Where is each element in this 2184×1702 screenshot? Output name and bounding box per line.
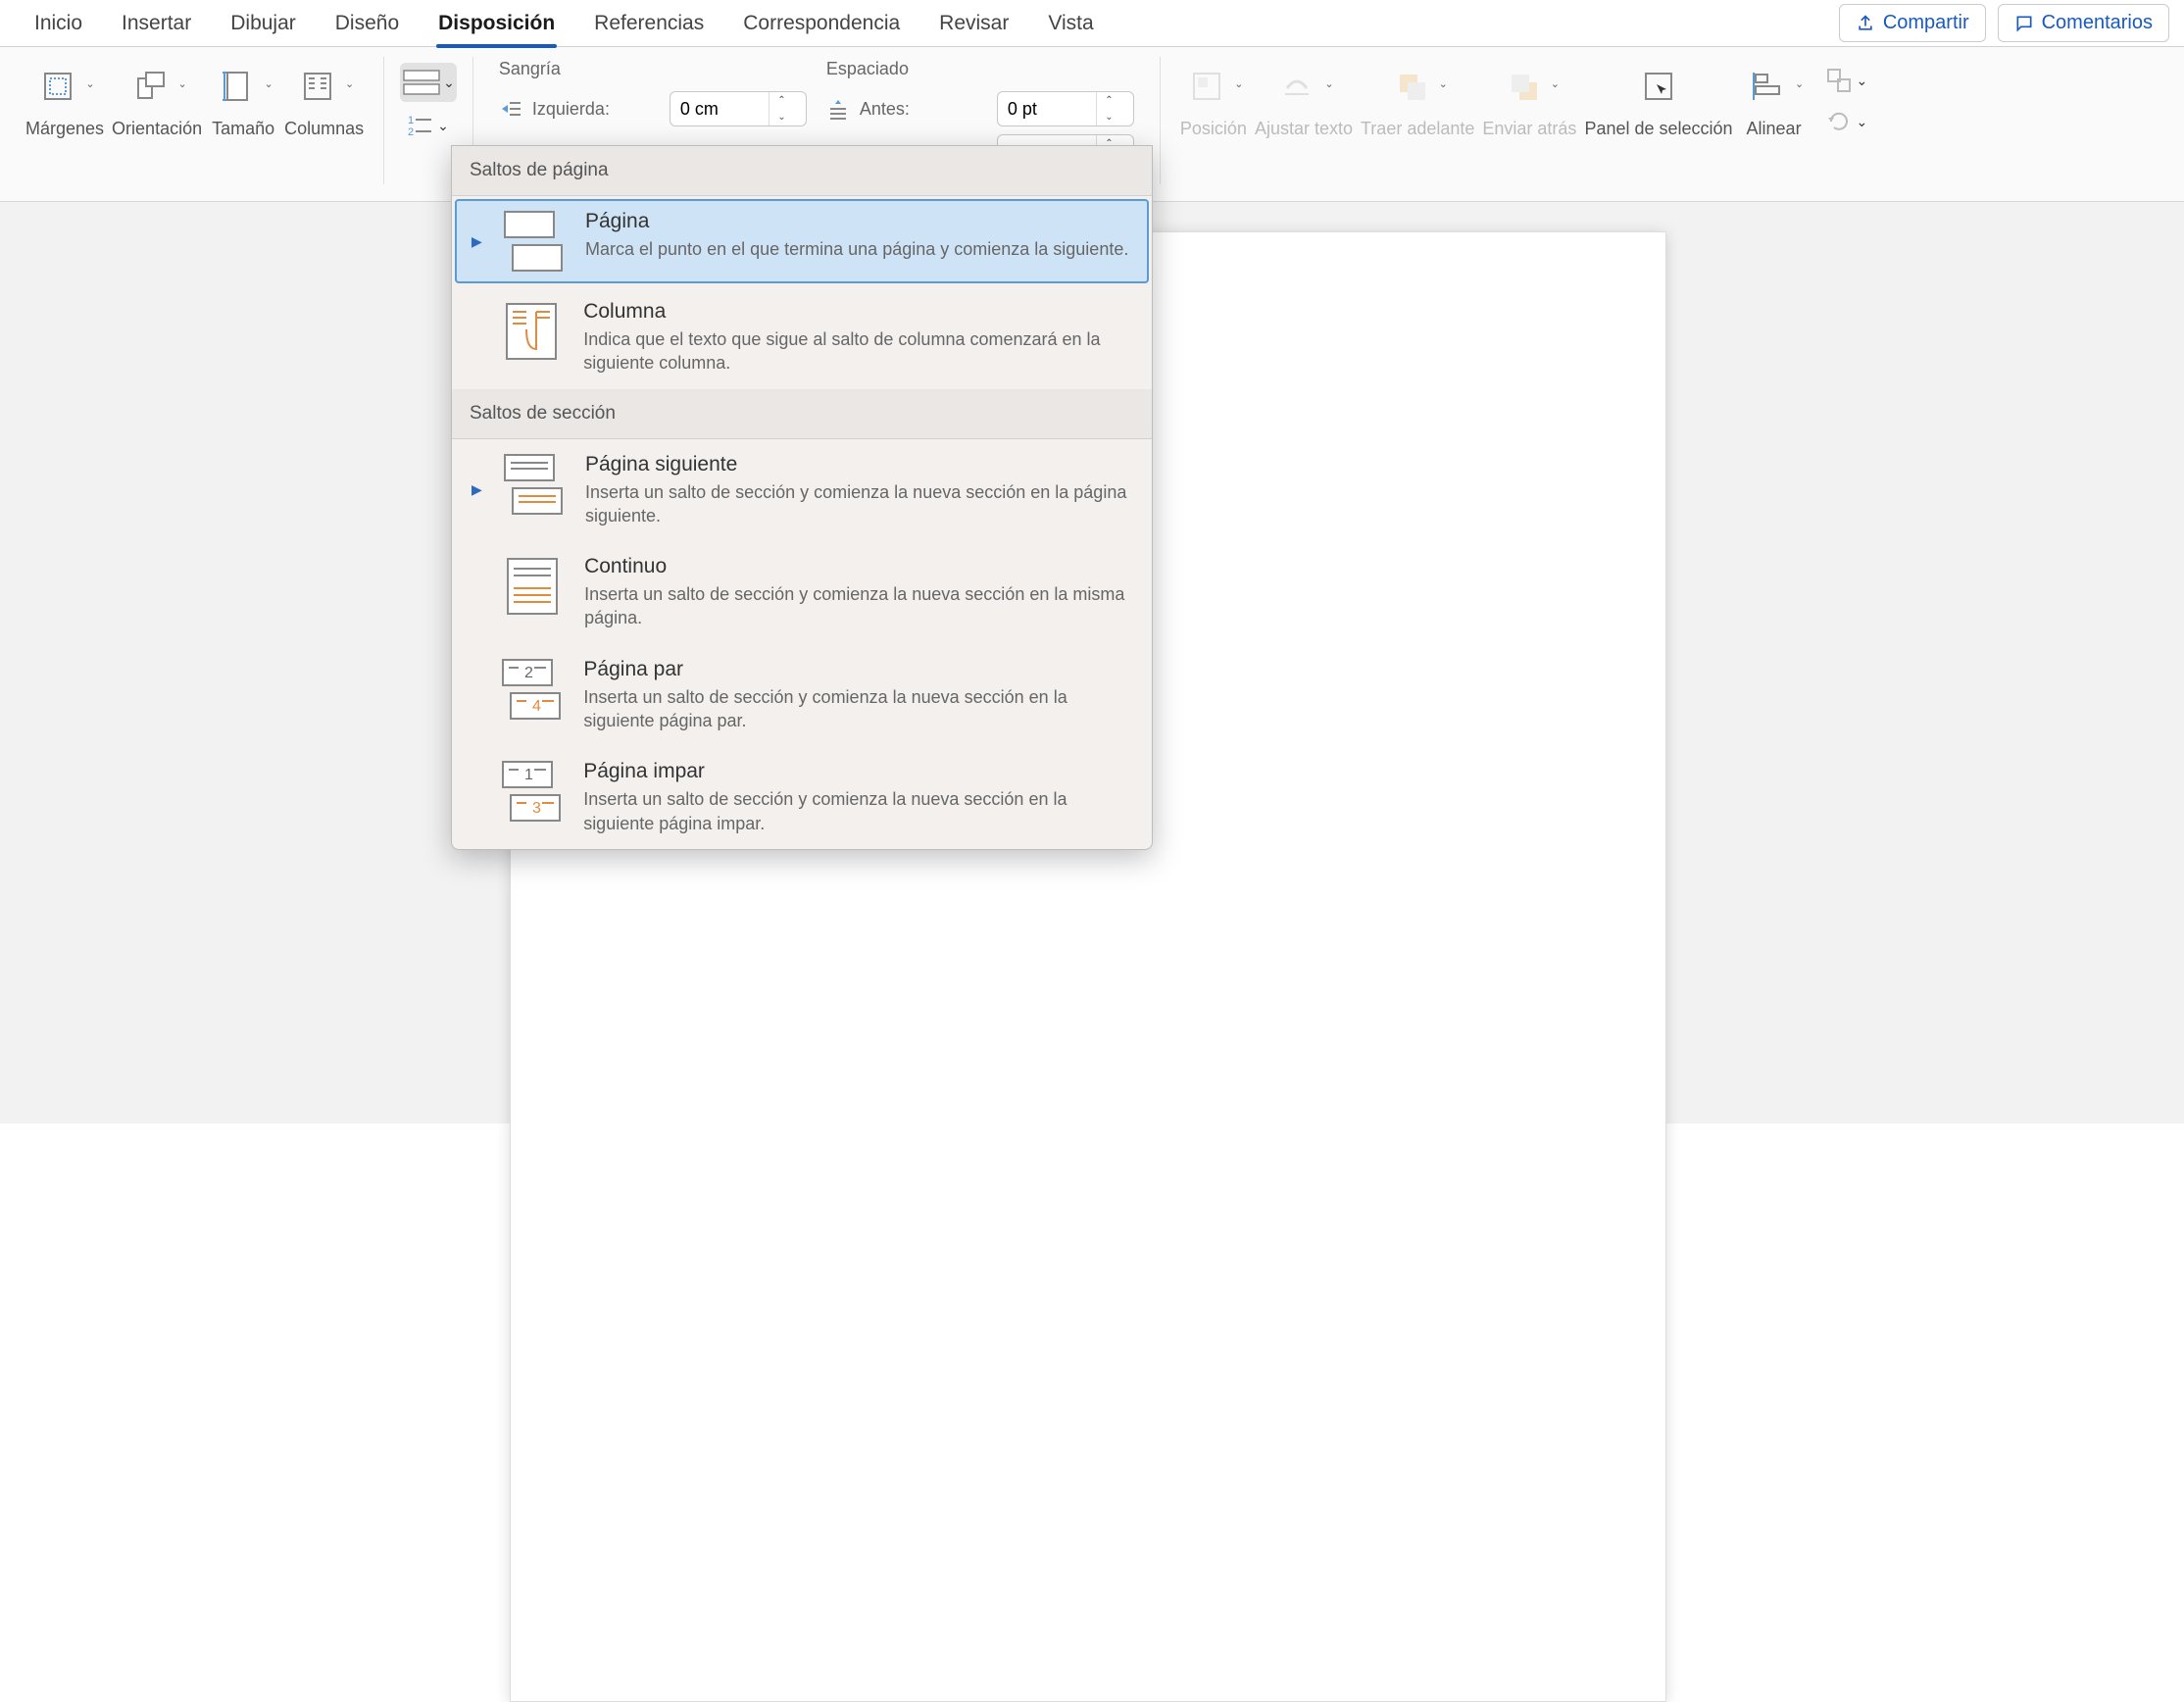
comment-icon	[2014, 14, 2034, 33]
orientation-button[interactable]: ⌄ Orientación	[108, 57, 206, 140]
tab-vista[interactable]: Vista	[1028, 0, 1113, 47]
size-icon	[222, 71, 253, 102]
line-numbers-icon: 12	[406, 112, 433, 139]
align-button[interactable]: ⌄ Alinear	[1737, 57, 1812, 140]
tab-correspondencia[interactable]: Correspondencia	[723, 0, 919, 47]
menu-item-continuous-title: Continuo	[584, 555, 1132, 578]
menu-item-odd-page[interactable]: 13 Página impar Inserta un salto de secc…	[452, 746, 1152, 849]
continuous-break-icon	[498, 555, 567, 618]
marker-icon: ▶	[472, 481, 481, 498]
chevron-down-icon: ⌄	[345, 77, 354, 90]
svg-text:3: 3	[532, 800, 541, 817]
share-button[interactable]: Compartir	[1839, 4, 1986, 42]
menu-item-next-page-title: Página siguiente	[585, 453, 1132, 476]
menu-item-next-page-desc: Inserta un salto de sección y comienza l…	[585, 480, 1132, 528]
size-button[interactable]: ⌄ Tamaño	[206, 57, 280, 140]
menu-header-section-breaks: Saltos de sección	[452, 389, 1152, 439]
indent-left-label: Izquierda:	[532, 99, 660, 120]
tab-insertar[interactable]: Insertar	[102, 0, 211, 47]
menu-header-page-breaks: Saltos de página	[452, 146, 1152, 196]
menu-item-page-desc: Marca el punto en el que termina una pág…	[585, 237, 1128, 261]
menu-item-page-title: Página	[585, 210, 1128, 233]
breaks-menu: Saltos de página ▶ Página Marca el punto…	[451, 145, 1153, 850]
spin-down-icon[interactable]: ⌄	[769, 109, 794, 125]
comments-label: Comentarios	[2042, 12, 2153, 34]
menu-item-next-page[interactable]: ▶ Página siguiente Inserta un salto de s…	[452, 439, 1152, 542]
bring-forward-button[interactable]: ⌄ Traer adelante	[1357, 57, 1478, 140]
group-icon	[1825, 67, 1853, 94]
rotate-button[interactable]: ⌄	[1819, 104, 1874, 139]
tab-disposicion[interactable]: Disposición	[419, 0, 574, 47]
spin-up-icon[interactable]: ⌃	[769, 92, 794, 109]
position-button[interactable]: ⌄ Posición	[1176, 57, 1251, 140]
next-page-break-icon	[499, 453, 568, 516]
chevron-down-icon: ⌄	[265, 77, 273, 90]
breaks-button[interactable]: ⌄	[400, 63, 457, 102]
menu-item-column[interactable]: Columna Indica que el texto que sigue al…	[452, 286, 1152, 389]
margins-icon	[42, 71, 74, 102]
spacing-before-input[interactable]	[998, 99, 1096, 120]
line-numbers-button[interactable]: 12 ⌄	[400, 108, 457, 143]
svg-text:2: 2	[408, 126, 414, 138]
forward-icon	[1396, 71, 1427, 102]
svg-text:1: 1	[524, 767, 533, 783]
menu-item-page[interactable]: ▶ Página Marca el punto en el que termin…	[455, 199, 1149, 283]
align-icon	[1752, 71, 1783, 102]
tab-referencias[interactable]: Referencias	[574, 0, 723, 47]
orientation-icon	[134, 71, 166, 102]
spin-up-icon[interactable]: ⌃	[1097, 92, 1121, 109]
position-icon	[1191, 71, 1222, 102]
menu-item-odd-title: Página impar	[583, 760, 1132, 783]
group-button[interactable]: ⌄	[1819, 63, 1874, 98]
chevron-down-icon: ⌄	[437, 118, 449, 134]
menu-item-even-title: Página par	[583, 658, 1132, 681]
selection-pane-button[interactable]: Panel de selección	[1580, 57, 1736, 140]
menu-item-column-desc: Indica que el texto que sigue al salto d…	[583, 327, 1132, 375]
backward-icon	[1508, 71, 1539, 102]
page-break-icon	[499, 210, 568, 273]
svg-text:1: 1	[408, 115, 414, 126]
share-icon	[1856, 14, 1875, 33]
comments-button[interactable]: Comentarios	[1998, 4, 2169, 42]
svg-text:2: 2	[524, 665, 533, 681]
selection-pane-icon	[1643, 71, 1674, 102]
share-label: Compartir	[1883, 12, 1969, 34]
margins-button[interactable]: ⌄ Márgenes	[22, 57, 108, 140]
indent-left-icon	[499, 97, 522, 121]
breaks-icon	[402, 69, 441, 96]
wrap-text-button[interactable]: ⌄ Ajustar texto	[1251, 57, 1357, 140]
menu-item-even-page[interactable]: 24 Página par Inserta un salto de secció…	[452, 644, 1152, 747]
spacing-before-icon	[826, 97, 850, 121]
wrap-icon	[1281, 71, 1313, 102]
odd-page-break-icon: 13	[497, 760, 566, 823]
menu-item-continuous-desc: Inserta un salto de sección y comienza l…	[584, 582, 1132, 630]
indent-left-spin[interactable]: ⌃⌄	[670, 91, 807, 126]
column-break-icon	[497, 300, 566, 363]
chevron-down-icon: ⌄	[443, 75, 455, 91]
even-page-break-icon: 24	[497, 658, 566, 721]
svg-text:4: 4	[532, 698, 541, 715]
tab-dibujar[interactable]: Dibujar	[211, 0, 316, 47]
columns-icon	[302, 71, 333, 102]
send-backward-button[interactable]: ⌄ Enviar atrás	[1478, 57, 1580, 140]
spacing-before-label: Antes:	[860, 99, 987, 120]
tab-diseno[interactable]: Diseño	[316, 0, 419, 47]
spin-down-icon[interactable]: ⌄	[1097, 109, 1121, 125]
chevron-down-icon: ⌄	[177, 77, 186, 90]
rotate-icon	[1825, 108, 1853, 135]
menu-item-even-desc: Inserta un salto de sección y comienza l…	[583, 685, 1132, 733]
menu-item-continuous[interactable]: Continuo Inserta un salto de sección y c…	[452, 541, 1152, 644]
tab-inicio[interactable]: Inicio	[15, 0, 102, 47]
indent-left-input[interactable]	[670, 99, 769, 120]
tab-revisar[interactable]: Revisar	[919, 0, 1028, 47]
selected-marker-icon: ▶	[472, 233, 481, 250]
columns-button[interactable]: ⌄ Columnas	[280, 57, 368, 140]
menu-item-column-title: Columna	[583, 300, 1132, 324]
chevron-down-icon: ⌄	[85, 77, 94, 90]
indent-title: Sangría	[499, 59, 807, 79]
menu-item-odd-desc: Inserta un salto de sección y comienza l…	[583, 787, 1132, 835]
spacing-before-spin[interactable]: ⌃⌄	[997, 91, 1134, 126]
spacing-title: Espaciado	[826, 59, 1134, 79]
